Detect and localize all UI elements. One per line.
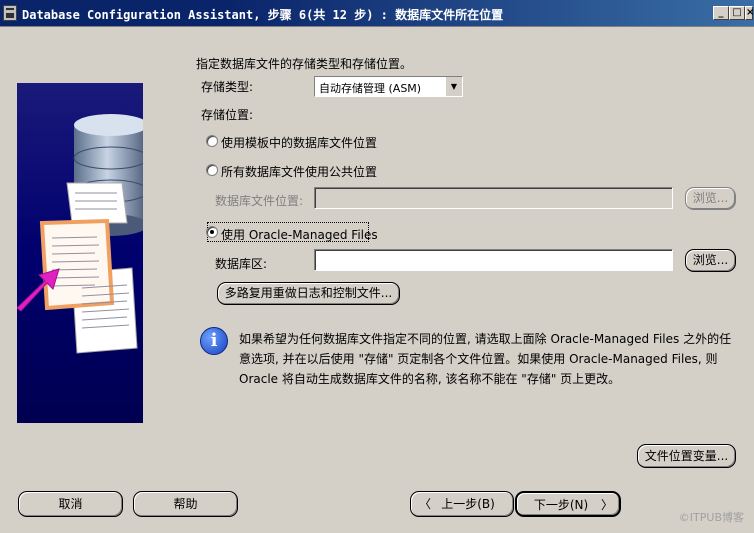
option-common-label[interactable]: 所有数据库文件使用公共位置 (221, 163, 377, 180)
info-message: 如果希望为任何数据库文件指定不同的位置, 请选取上面除 Oracle-Manag… (239, 332, 732, 386)
dropdown-arrow-icon[interactable]: ▼ (446, 77, 462, 96)
option-omf-label[interactable]: 使用 Oracle-Managed Files (221, 226, 378, 243)
radio-common-location[interactable] (206, 164, 218, 176)
db-file-location-input[interactable] (314, 187, 673, 209)
database-illustration (17, 83, 143, 423)
option-template-label[interactable]: 使用模板中的数据库文件位置 (221, 134, 377, 151)
chevron-left-icon: 〈 (419, 497, 432, 511)
next-button-label: 下一步(N) (533, 498, 589, 512)
next-button[interactable]: 下一步(N) 〉 (515, 491, 621, 517)
storage-type-value: 自动存储管理 (ASM) (319, 82, 422, 95)
cancel-button[interactable]: 取消 (18, 491, 123, 517)
maximize-button[interactable]: □ (729, 6, 745, 20)
radio-template-locations[interactable] (206, 135, 218, 147)
back-button-label: 上一步(B) (441, 497, 495, 511)
back-button[interactable]: 〈 上一步(B) (410, 491, 514, 517)
help-button[interactable]: 帮助 (133, 491, 238, 517)
storage-type-select[interactable]: 自动存储管理 (ASM) ▼ (314, 76, 463, 97)
multiplex-redo-control-button[interactable]: 多路复用重做日志和控制文件... (217, 282, 400, 305)
info-icon: i (200, 327, 228, 355)
browse-db-area-button[interactable]: 浏览... (685, 249, 736, 272)
storage-type-label: 存储类型: (201, 80, 254, 94)
intro-text: 指定数据库文件的存储类型和存储位置。 (196, 57, 413, 71)
storage-location-label: 存储位置: (201, 108, 254, 122)
app-icon[interactable] (3, 5, 17, 21)
browse-file-location-button[interactable]: 浏览... (685, 187, 736, 210)
db-area-label: 数据库区: (215, 257, 268, 271)
watermark: ©ITPUB博客 (678, 511, 744, 524)
title-bar: Database Configuration Assistant, 步骤 6(共… (0, 0, 754, 27)
file-location-variables-button[interactable]: 文件位置变量... (637, 444, 736, 468)
db-file-location-label: 数据库文件位置: (215, 194, 304, 208)
close-button[interactable]: × (745, 6, 754, 20)
window-title: Database Configuration Assistant, 步骤 6(共… (22, 8, 504, 22)
radio-oracle-managed-files[interactable] (206, 226, 218, 238)
chevron-right-icon: 〉 (600, 498, 613, 512)
db-area-input[interactable] (314, 249, 673, 271)
minimize-button[interactable]: _ (713, 6, 729, 20)
